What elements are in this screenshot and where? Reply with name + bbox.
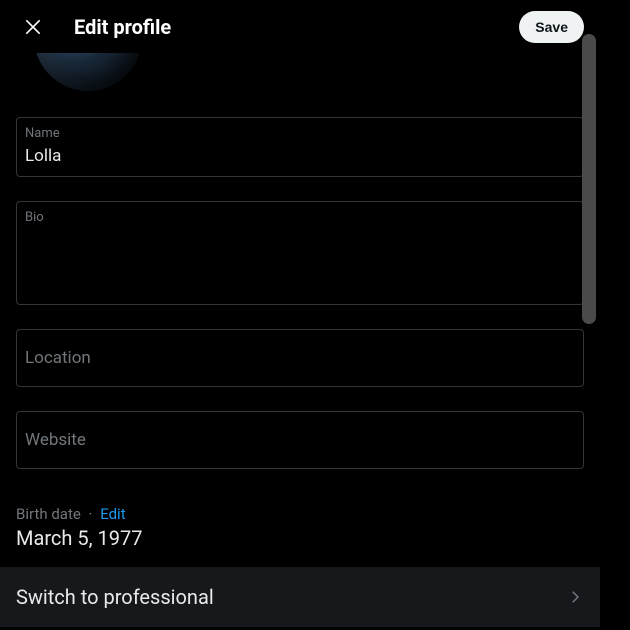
birth-date-edit-link[interactable]: Edit [100, 505, 125, 523]
name-label: Name [25, 126, 575, 142]
website-label: Website [25, 430, 86, 450]
switch-label: Switch to professional [16, 585, 214, 609]
content-area: Name Bio Location Website Birth date · E… [0, 53, 600, 630]
switch-to-professional-row[interactable]: Switch to professional [0, 567, 600, 627]
avatar-container [32, 53, 144, 93]
close-icon [23, 17, 43, 37]
name-field-group[interactable]: Name [16, 117, 584, 177]
save-button[interactable]: Save [519, 11, 584, 43]
close-button[interactable] [16, 10, 50, 44]
birth-date-label: Birth date [16, 505, 81, 523]
website-field-group[interactable]: Website [16, 411, 584, 469]
avatar[interactable] [32, 53, 144, 93]
bio-input[interactable] [25, 226, 575, 294]
bio-field-group[interactable]: Bio [16, 201, 584, 305]
birth-separator: · [89, 505, 93, 523]
birth-date-section: Birth date · Edit March 5, 1977 [16, 493, 584, 567]
page-title: Edit profile [74, 15, 171, 39]
name-input[interactable] [25, 142, 575, 170]
birth-date-value: March 5, 1977 [16, 525, 584, 551]
location-field-group[interactable]: Location [16, 329, 584, 387]
location-label: Location [25, 348, 91, 368]
chevron-right-icon [566, 588, 584, 606]
modal-header: Edit profile Save [0, 0, 600, 53]
bio-label: Bio [25, 210, 575, 226]
